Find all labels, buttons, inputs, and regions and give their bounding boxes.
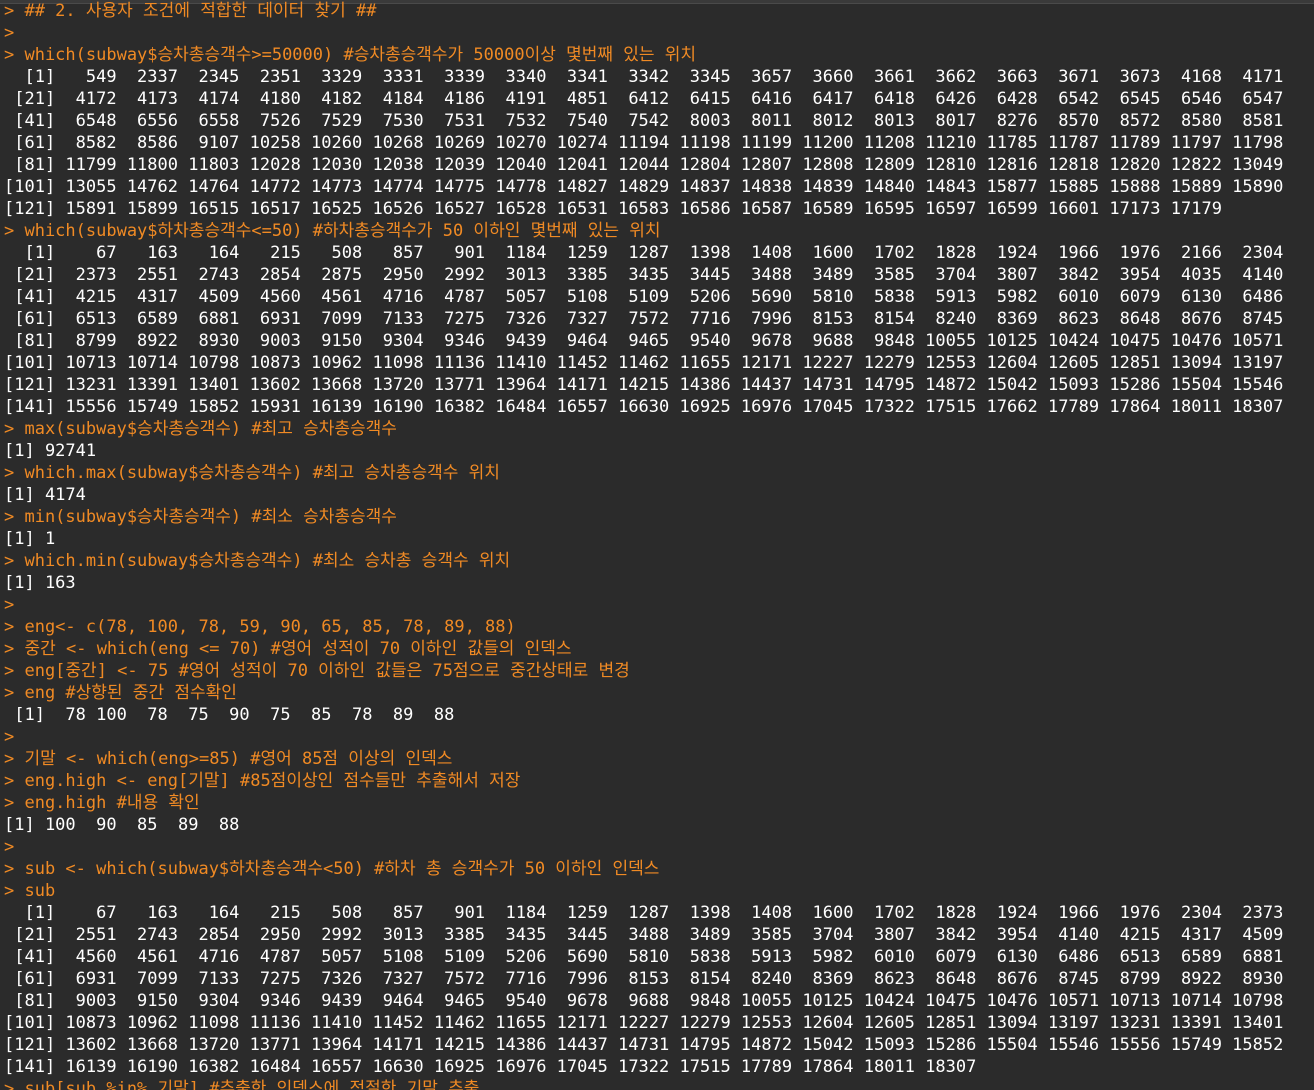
console-output-line: [21] 2551 2743 2854 2950 2992 3013 3385 … [4, 925, 1284, 945]
console-output-line: [21] 4172 4173 4174 4180 4182 4184 4186 … [4, 89, 1284, 109]
console-output-line: [121] 13602 13668 13720 13771 13964 1417… [4, 1035, 1284, 1055]
console-input-line: > ## 2. 사용자 조건에 적합한 데이터 찾기 ## [4, 1, 377, 21]
console-output-line: [41] 6548 6556 6558 7526 7529 7530 7531 … [4, 111, 1284, 131]
console-input-line: > [4, 23, 15, 43]
console-input-line: > 기말 <- which(eng>=85) #영어 85점 이상의 인덱스 [4, 749, 453, 769]
console-input-line: > 중간 <- which(eng <= 70) #영어 성적이 70 이하인 … [4, 639, 572, 659]
console-output-line: [1] 92741 [4, 441, 97, 461]
console-output-line: [1] 100 90 85 89 88 [4, 815, 240, 835]
console-output-line: [101] 13055 14762 14764 14772 14773 1477… [4, 177, 1284, 197]
console-input-line: > eng[중간] <- 75 #영어 성적이 70 이하인 값들은 75점으로… [4, 661, 630, 681]
console-input-line: > sub [4, 881, 56, 901]
console-output-line: [1] 549 2337 2345 2351 3329 3331 3339 33… [4, 67, 1284, 87]
console-input-line: > max(subway$승차총승객수) #최고 승차총승객수 [4, 419, 397, 439]
console-input-line: > which(subway$하차총승객수<=50) #하차총승객수가 50 이… [4, 221, 661, 241]
console-output-line: [1] 67 163 164 215 508 857 901 1184 1259… [4, 903, 1284, 923]
console-output-line: [41] 4560 4561 4716 4787 5057 5108 5109 … [4, 947, 1284, 967]
console-input-line: > [4, 595, 15, 615]
console-input-line: > which.min(subway$승차총승객수) #최소 승차총 승객수 위… [4, 551, 511, 571]
console-output-line: [121] 13231 13391 13401 13602 13668 1372… [4, 375, 1284, 395]
console-output-line: [81] 11799 11800 11803 12028 12030 12038… [4, 155, 1284, 175]
console-output: > ## 2. 사용자 조건에 적합한 데이터 찾기 ## > > which(su… [4, 0, 1314, 1090]
console-output-line: [1] 163 [4, 573, 76, 593]
console-output-line: [101] 10873 10962 11098 11136 11410 1145… [4, 1013, 1284, 1033]
console-input-line: > which.max(subway$승차총승객수) #최고 승차총승객수 위치 [4, 463, 500, 483]
console-input-line: > min(subway$승차총승객수) #최소 승차총승객수 [4, 507, 397, 527]
console-output-line: [1] 78 100 78 75 90 75 85 78 89 88 [4, 705, 455, 725]
console-input-line: > eng.high <- eng[기말] #85점이상인 점수들만 추출해서 … [4, 771, 521, 791]
console-input-line: > [4, 727, 15, 747]
console-output-line: [21] 2373 2551 2743 2854 2875 2950 2992 … [4, 265, 1284, 285]
console-output-line: [81] 9003 9150 9304 9346 9439 9464 9465 … [4, 991, 1284, 1011]
console-input-line: > eng.high #내용 확인 [4, 793, 200, 813]
console-output-line: [1] 67 163 164 215 508 857 901 1184 1259… [4, 243, 1284, 263]
console-input-line: > sub <- which(subway$하차총승객수<50) #하차 총 승… [4, 859, 660, 879]
r-console[interactable]: > ## 2. 사용자 조건에 적합한 데이터 찾기 ## > > which(su… [0, 0, 1314, 1090]
console-output-line: [141] 16139 16190 16382 16484 16557 1663… [4, 1057, 977, 1077]
console-input-line: > which(subway$승차총승객수>=50000) #승차총승객수가 5… [4, 45, 697, 65]
console-output-line: [61] 6931 7099 7133 7275 7326 7327 7572 … [4, 969, 1284, 989]
console-input-line: > sub[sub %in% 기말] #추출한 인덱스에 적절한 기말 추출 [4, 1079, 480, 1090]
console-output-line: [121] 15891 15899 16515 16517 16525 1652… [4, 199, 1222, 219]
console-output-line: [101] 10713 10714 10798 10873 10962 1109… [4, 353, 1284, 373]
console-input-line: > eng<- c(78, 100, 78, 59, 90, 65, 85, 7… [4, 617, 516, 637]
console-output-line: [61] 8582 8586 9107 10258 10260 10268 10… [4, 133, 1284, 153]
console-output-line: [1] 1 [4, 529, 56, 549]
console-output-line: [141] 15556 15749 15852 15931 16139 1619… [4, 397, 1284, 417]
console-output-line: [81] 8799 8922 8930 9003 9150 9304 9346 … [4, 331, 1284, 351]
console-output-line: [61] 6513 6589 6881 6931 7099 7133 7275 … [4, 309, 1284, 329]
console-output-line: [41] 4215 4317 4509 4560 4561 4716 4787 … [4, 287, 1284, 307]
console-input-line: > [4, 837, 15, 857]
console-input-line: > eng #상향된 중간 점수확인 [4, 683, 237, 703]
console-output-line: [1] 4174 [4, 485, 86, 505]
